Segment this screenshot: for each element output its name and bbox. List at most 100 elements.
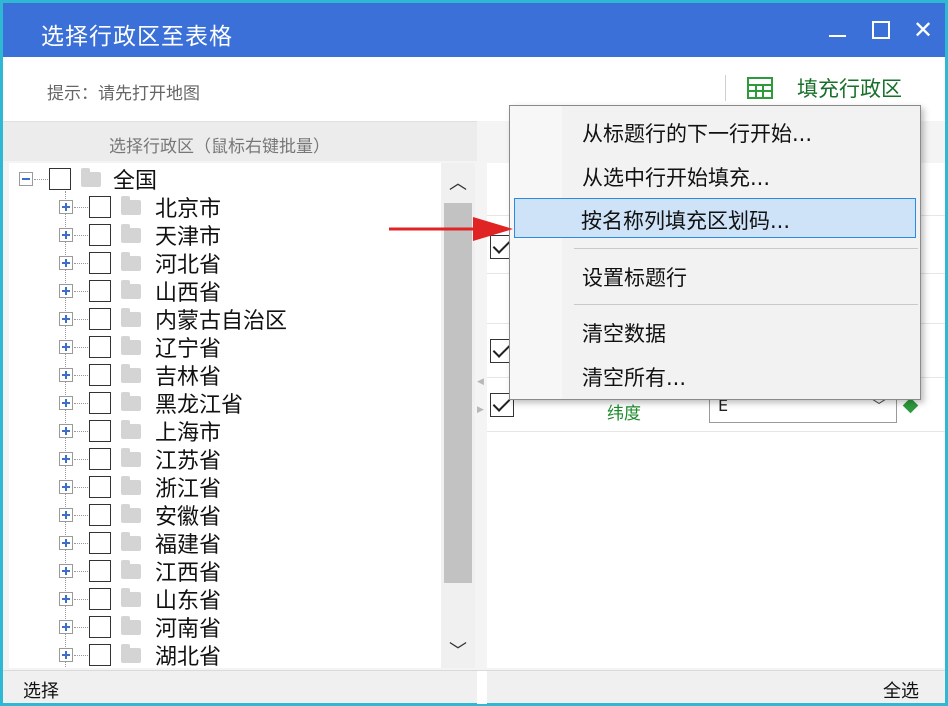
tree-item-checkbox[interactable] xyxy=(89,644,111,666)
menu-item-clear-all[interactable]: 清空所有... xyxy=(514,354,916,394)
title-bar: 选择行政区至表格 ✕ xyxy=(3,3,945,57)
tree-connector xyxy=(74,458,88,460)
select-button[interactable]: 选择 xyxy=(23,677,59,703)
tree-connector xyxy=(74,346,88,348)
menu-item-fill-region-code[interactable]: 按名称列填充区划码... xyxy=(514,198,916,238)
plus-expander-icon[interactable] xyxy=(59,200,73,214)
tree-item-jilin[interactable]: 吉林省 xyxy=(59,361,221,390)
plus-expander-icon[interactable] xyxy=(59,368,73,382)
plus-expander-icon[interactable] xyxy=(59,312,73,326)
menu-item-label: 按名称列填充区划码... xyxy=(581,209,791,233)
tree-item-checkbox[interactable] xyxy=(89,560,111,582)
tree-connector xyxy=(74,514,88,516)
scroll-down-icon[interactable]: ﹀ xyxy=(441,635,475,669)
menu-item-label: 清空所有... xyxy=(582,366,687,390)
tree-item-checkbox[interactable] xyxy=(89,616,111,638)
tree-connector xyxy=(74,374,88,376)
collapse-left-icon[interactable]: ◀ xyxy=(477,377,484,387)
tree-item-tianjin[interactable]: 天津市 xyxy=(59,221,221,250)
minimize-icon xyxy=(829,35,846,37)
red-arrow-icon xyxy=(389,217,513,241)
plus-expander-icon[interactable] xyxy=(59,424,73,438)
plus-expander-icon[interactable] xyxy=(59,536,73,550)
tree-item-checkbox[interactable] xyxy=(89,476,111,498)
plus-expander-icon[interactable] xyxy=(59,620,73,634)
region-tree[interactable]: 全国 北京市 天津市 河北省 山西省 内蒙古自治区 辽宁省 吉林省 黑龙江省 上海市 江苏省 浙江省… xyxy=(9,163,441,668)
collapse-right-icon[interactable]: ▶ xyxy=(477,405,484,415)
tree-item-hebei[interactable]: 河北省 xyxy=(59,249,221,278)
plus-expander-icon[interactable] xyxy=(59,480,73,494)
tree-item-heilongjiang[interactable]: 黑龙江省 xyxy=(59,389,243,418)
plus-expander-icon[interactable] xyxy=(59,340,73,354)
select-all-button[interactable]: 全选 xyxy=(883,677,919,703)
tree-item-anhui[interactable]: 安徽省 xyxy=(59,501,221,530)
folder-icon xyxy=(121,307,141,327)
plus-expander-icon[interactable] xyxy=(59,256,73,270)
tree-item-fujian[interactable]: 福建省 xyxy=(59,529,221,558)
row-divider xyxy=(487,431,945,432)
plus-expander-icon[interactable] xyxy=(59,564,73,578)
fill-region-button[interactable]: 填充行政区 xyxy=(747,71,902,105)
toolbar-divider xyxy=(725,75,726,101)
tree-item-checkbox[interactable] xyxy=(89,280,111,302)
plus-expander-icon[interactable] xyxy=(59,648,73,662)
tree-connector xyxy=(74,430,88,432)
folder-icon xyxy=(121,475,141,495)
latitude-label: 纬度 xyxy=(607,404,641,424)
tree-item-jiangsu[interactable]: 江苏省 xyxy=(59,445,221,474)
tree-connector xyxy=(74,290,88,292)
plus-expander-icon[interactable] xyxy=(59,452,73,466)
tree-item-checkbox[interactable] xyxy=(89,448,111,470)
tree-item-checkbox[interactable] xyxy=(89,308,111,330)
minimize-button[interactable] xyxy=(817,13,857,47)
tree-item-checkbox[interactable] xyxy=(89,196,111,218)
tree-item-neimenggu[interactable]: 内蒙古自治区 xyxy=(59,305,287,334)
tree-item-checkbox[interactable] xyxy=(89,364,111,386)
window-title: 选择行政区至表格 xyxy=(41,24,233,50)
tree-connector xyxy=(74,318,88,320)
folder-icon xyxy=(81,167,101,187)
close-icon: ✕ xyxy=(912,16,934,44)
tree-item-henan[interactable]: 河南省 xyxy=(59,613,221,642)
plus-expander-icon[interactable] xyxy=(59,508,73,522)
tree-item-checkbox[interactable] xyxy=(89,420,111,442)
plus-expander-icon[interactable] xyxy=(59,592,73,606)
minus-collapser-icon[interactable] xyxy=(19,172,33,186)
tree-item-checkbox[interactable] xyxy=(89,224,111,246)
tree-item-checkbox[interactable] xyxy=(89,532,111,554)
plus-expander-icon[interactable] xyxy=(59,284,73,298)
tree-connector xyxy=(74,206,88,208)
tree-connector xyxy=(74,626,88,628)
menu-item-start-after-header[interactable]: 从标题行的下一行开始... xyxy=(514,110,916,150)
tree-item-checkbox[interactable] xyxy=(89,504,111,526)
tree-root-row[interactable]: 全国 xyxy=(19,165,157,194)
tree-item-zhejiang[interactable]: 浙江省 xyxy=(59,473,221,502)
maximize-button[interactable] xyxy=(861,13,901,47)
tree-item-checkbox[interactable] xyxy=(89,588,111,610)
tree-item-checkbox[interactable] xyxy=(89,336,111,358)
folder-icon xyxy=(121,335,141,355)
dialog-window: 选择行政区至表格 ✕ 提示：请先打开地图 填充行政区 选择行政区（鼠标右键批量）… xyxy=(0,0,948,706)
tree-item-label: 湖北省 xyxy=(155,645,222,668)
tree-item-jiangxi[interactable]: 江西省 xyxy=(59,557,221,586)
menu-item-clear-data[interactable]: 清空数据 xyxy=(514,310,916,350)
scroll-up-icon[interactable]: ︿ xyxy=(441,167,475,201)
tree-item-shandong[interactable]: 山东省 xyxy=(59,585,221,614)
menu-item-start-from-selected[interactable]: 从选中行开始填充... xyxy=(514,154,916,194)
plus-expander-icon[interactable] xyxy=(59,228,73,242)
tree-item-checkbox[interactable] xyxy=(89,392,111,414)
menu-separator xyxy=(574,304,918,305)
tree-item-beijing[interactable]: 北京市 xyxy=(59,193,221,222)
scrollbar-thumb[interactable] xyxy=(444,203,472,583)
menu-item-set-header-row[interactable]: 设置标题行 xyxy=(514,254,916,294)
tree-root-checkbox[interactable] xyxy=(49,168,71,190)
tree-item-liaoning[interactable]: 辽宁省 xyxy=(59,333,221,362)
tree-item-hubei[interactable]: 湖北省 xyxy=(59,641,221,668)
left-panel-header: 选择行政区（鼠标右键批量） xyxy=(3,121,477,161)
folder-icon xyxy=(121,643,141,663)
close-button[interactable]: ✕ xyxy=(903,13,943,47)
tree-item-checkbox[interactable] xyxy=(89,252,111,274)
tree-item-shanghai[interactable]: 上海市 xyxy=(59,417,221,446)
tree-item-shanxi[interactable]: 山西省 xyxy=(59,277,221,306)
plus-expander-icon[interactable] xyxy=(59,396,73,410)
